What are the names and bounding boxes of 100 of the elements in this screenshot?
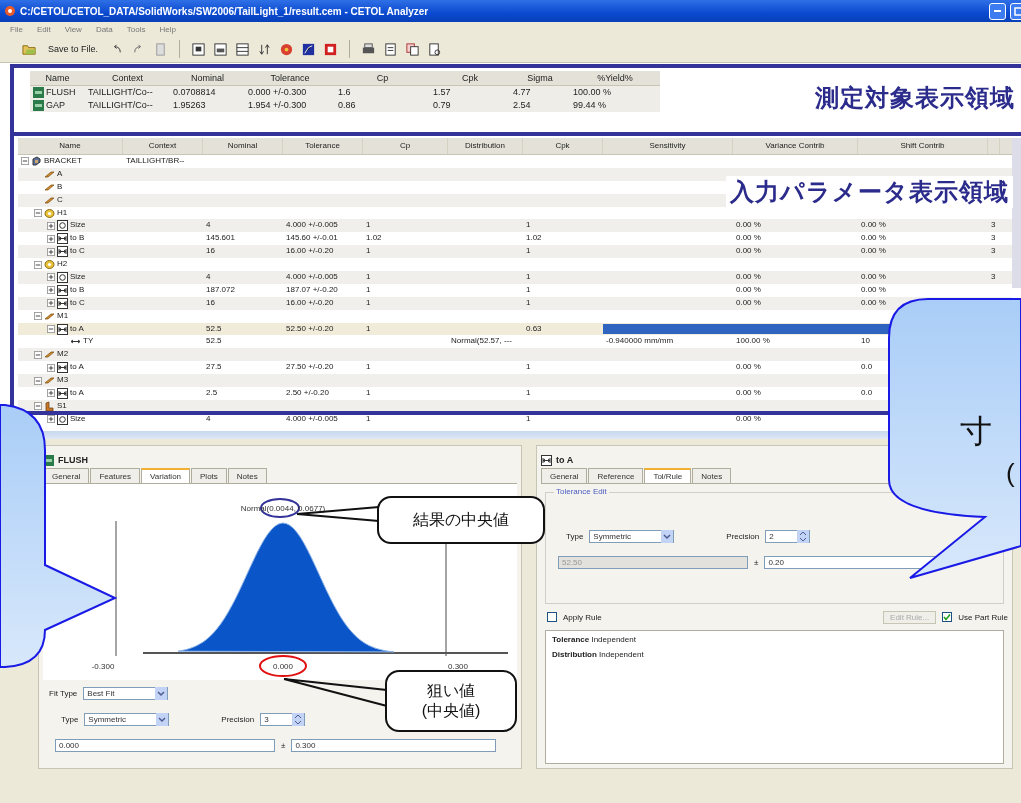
table-cell: 16: [206, 246, 215, 256]
column-header[interactable]: Sensitivity: [649, 141, 686, 150]
column-header[interactable]: Cpk: [555, 141, 570, 150]
table-row[interactable]: Size 4 4.000 +/-0.005 1 1 0.00 % 0.00 % 3: [18, 219, 1012, 233]
column-header[interactable]: Cpk: [462, 73, 478, 83]
table-cell: 1: [366, 220, 371, 230]
tab[interactable]: Variation: [141, 468, 191, 483]
expand-icon[interactable]: [47, 415, 55, 424]
column-header[interactable]: Nominal: [227, 141, 258, 150]
column-header[interactable]: Cp: [399, 141, 411, 150]
menu-item[interactable]: Edit: [36, 24, 51, 34]
tree-item[interactable]: TY: [83, 335, 94, 349]
expand-icon[interactable]: [47, 221, 55, 230]
expand-icon[interactable]: [47, 299, 55, 308]
tree-item[interactable]: C: [57, 193, 63, 207]
expand-icon[interactable]: [47, 363, 55, 372]
preview-icon[interactable]: [427, 41, 443, 57]
column-header[interactable]: Tolerance: [305, 141, 340, 150]
tab[interactable]: Notes: [692, 468, 732, 483]
page-icon[interactable]: [383, 41, 399, 57]
collapse-icon[interactable]: [34, 376, 42, 385]
tolerance-field[interactable]: 0.300: [291, 738, 497, 752]
checkbox[interactable]: [942, 612, 953, 622]
tree-item[interactable]: H2: [57, 258, 68, 272]
checkbox[interactable]: [547, 612, 557, 622]
tab[interactable]: Features: [90, 468, 141, 483]
disk-icon[interactable]: [279, 41, 295, 57]
table-icon[interactable]: [235, 41, 251, 57]
tree-item[interactable]: to A: [70, 322, 84, 336]
expand-icon[interactable]: [47, 273, 55, 282]
tab[interactable]: General: [43, 468, 90, 483]
column-header[interactable]: Distribution: [465, 141, 505, 150]
table-row[interactable]: Size 4 4.000 +/-0.005 1 1 0.00 % 0.00 % 3: [18, 271, 1012, 284]
tree-item[interactable]: to A: [70, 387, 84, 400]
copy-icon[interactable]: [405, 41, 421, 57]
collapse-icon[interactable]: [34, 402, 42, 411]
collapse-icon[interactable]: [34, 260, 42, 269]
table-cell: 3: [991, 246, 996, 256]
tab[interactable]: Reference: [588, 468, 644, 483]
spin-box[interactable]: 3: [260, 712, 306, 726]
menu-item[interactable]: Help: [159, 24, 176, 34]
tree-item[interactable]: to B: [70, 283, 85, 297]
tree-item[interactable]: to A: [70, 361, 84, 375]
tree-item[interactable]: B: [57, 180, 63, 194]
collapse-icon[interactable]: [34, 350, 42, 359]
column-header[interactable]: Cp: [376, 73, 389, 83]
save-button[interactable]: Save to File.: [44, 44, 103, 54]
tree-item[interactable]: to C: [70, 245, 85, 259]
tree-item[interactable]: BRACKET: [44, 155, 82, 168]
menu-item[interactable]: File: [10, 24, 23, 34]
dropdown[interactable]: Symmetric: [84, 712, 170, 726]
dropdown[interactable]: Best Fit: [83, 686, 169, 700]
table-row[interactable]: to C 16 16.00 +/-0.20 1 1 0.00 % 0.00 % 3: [18, 245, 1012, 259]
checkbox-label[interactable]: Use Part Rule: [958, 612, 1008, 622]
scrollbar[interactable]: [1012, 138, 1021, 288]
column-header[interactable]: Context: [148, 141, 177, 150]
tree-item[interactable]: M3: [57, 374, 69, 388]
column-header[interactable]: Shift Contrib: [900, 141, 945, 150]
tree-item[interactable]: M1: [57, 309, 69, 323]
window-icon[interactable]: [191, 41, 207, 57]
minimize-button[interactable]: [989, 2, 1006, 20]
expand-icon[interactable]: [47, 286, 55, 295]
expand-icon[interactable]: [47, 247, 55, 256]
tree-item[interactable]: M2: [57, 348, 69, 362]
collapse-icon[interactable]: [47, 325, 55, 333]
tree-item[interactable]: A: [57, 167, 63, 181]
table-cell: 1: [526, 413, 531, 423]
window-title: C:/CETOL/CETOL_DATA/SolidWorks/SW2006/TailLight_1/result.cem - CETOL Analyzer: [20, 5, 430, 17]
collapse-icon[interactable]: [34, 209, 42, 217]
collapse-icon[interactable]: [34, 312, 42, 321]
nominal-field[interactable]: 0.000: [55, 738, 275, 752]
tree-item[interactable]: Size: [70, 412, 86, 426]
highlight-ellipse: [259, 655, 307, 677]
spin-box[interactable]: 2: [765, 529, 811, 543]
tree-item[interactable]: Size: [70, 219, 86, 233]
dropdown[interactable]: Symmetric: [589, 529, 675, 543]
table-cell: 1: [526, 272, 531, 281]
column-header[interactable]: Name: [59, 141, 81, 150]
tab[interactable]: Tol/Rule: [644, 468, 692, 483]
tab[interactable]: Plots: [191, 468, 227, 483]
window-icon[interactable]: [213, 41, 229, 57]
menu-item[interactable]: Data: [95, 24, 113, 34]
callout-text: (中央値): [421, 701, 481, 721]
tree-item[interactable]: to B: [70, 232, 85, 246]
checkbox-label[interactable]: Apply Rule: [563, 612, 602, 622]
report-icon[interactable]: [323, 41, 339, 57]
menu-item[interactable]: Tools: [126, 24, 146, 34]
tree-item[interactable]: H1: [57, 206, 68, 220]
chart-icon[interactable]: [301, 41, 317, 57]
column-header[interactable]: Variance Contrib: [765, 141, 825, 150]
menu-item[interactable]: View: [64, 24, 82, 34]
expand-icon[interactable]: [47, 234, 55, 243]
collapse-icon[interactable]: [21, 157, 29, 166]
rule-text: Tolerance Independent: [552, 635, 637, 644]
tab[interactable]: Notes: [227, 468, 267, 483]
tab[interactable]: General: [541, 468, 588, 483]
tree-item[interactable]: Size: [70, 271, 86, 284]
expand-icon[interactable]: [47, 389, 55, 398]
tree-item[interactable]: to C: [70, 296, 85, 310]
diameter-icon: [57, 220, 68, 232]
